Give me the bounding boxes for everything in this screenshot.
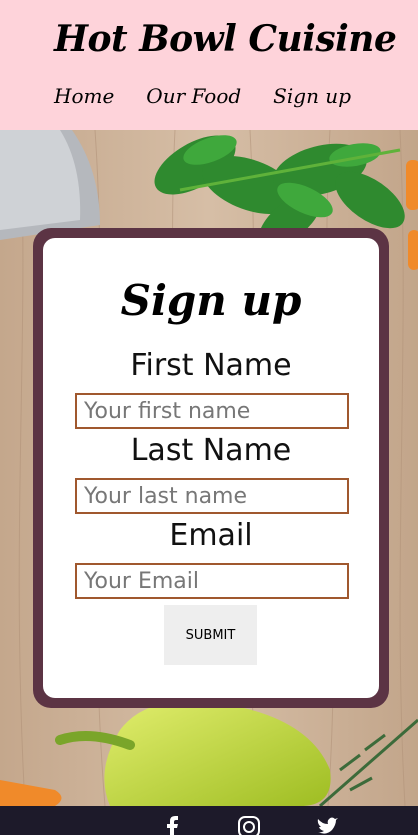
first-name-label: First Name	[130, 348, 292, 383]
instagram-icon[interactable]	[238, 816, 260, 835]
last-name-label: Last Name	[130, 433, 292, 468]
signup-form: Sign up First Name Last Name Email SUBMI…	[43, 238, 379, 698]
main-nav: Home Our Food Sign up	[54, 84, 383, 108]
submit-button[interactable]: SUBMIT	[164, 605, 257, 665]
site-footer	[0, 806, 418, 835]
last-name-input[interactable]	[75, 478, 349, 514]
email-input[interactable]	[75, 563, 349, 599]
brand-logo-text[interactable]: Hot Bowl Cuisine	[54, 18, 397, 60]
site-header: Hot Bowl Cuisine Home Our Food Sign up	[0, 0, 418, 130]
facebook-icon[interactable]	[165, 816, 179, 835]
first-name-input[interactable]	[75, 393, 349, 429]
form-title: Sign up	[120, 276, 302, 325]
email-label: Email	[169, 518, 253, 553]
nav-link-sign-up[interactable]: Sign up	[273, 84, 351, 108]
nav-link-our-food[interactable]: Our Food	[146, 84, 241, 108]
nav-link-home[interactable]: Home	[54, 84, 114, 108]
twitter-icon[interactable]	[316, 816, 338, 835]
